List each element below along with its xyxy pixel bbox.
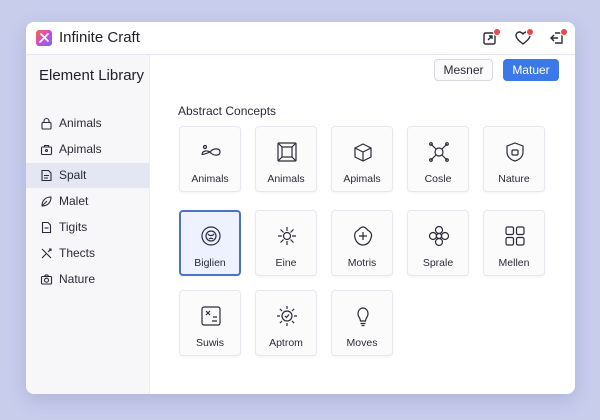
network-icon — [429, 142, 449, 162]
sidebar-item-label: Nature — [59, 272, 96, 286]
cube-icon — [354, 143, 372, 162]
page-icon — [41, 221, 52, 234]
card-label: Animals — [191, 173, 229, 185]
section-title: Abstract Concepts — [178, 104, 277, 118]
card-label: Eine — [275, 257, 297, 269]
sidebar-item-spalt[interactable]: Spalt — [26, 163, 149, 188]
sidebar: Element Library Animals Apimals Spalt Ma… — [26, 55, 150, 394]
element-card[interactable]: Nature — [483, 126, 545, 192]
sidebar-item-label: Animals — [59, 116, 102, 130]
camera-icon — [40, 274, 53, 285]
card-label: Moves — [346, 337, 378, 349]
card-label: Apimals — [343, 173, 381, 185]
bulb-icon — [357, 307, 369, 327]
sidebar-item-animals[interactable]: Animals — [26, 111, 149, 136]
favorites-button[interactable] — [514, 28, 534, 47]
leaf-icon — [41, 196, 52, 207]
tools-icon — [41, 248, 52, 259]
shield-icon — [506, 142, 524, 162]
app-title: Infinite Craft — [59, 29, 140, 46]
sun-icon — [277, 306, 297, 326]
app-logo-icon — [36, 30, 52, 46]
app-window: Infinite Craft Element Library Animals A… — [26, 22, 575, 394]
element-card[interactable]: Cosle — [407, 126, 469, 192]
frame-icon — [277, 142, 297, 162]
card-label: Suwis — [195, 337, 224, 349]
element-card-selected[interactable]: Biglien — [179, 210, 241, 276]
card-label: Motris — [347, 257, 377, 269]
sidebar-item-label: Apimals — [59, 142, 102, 156]
sidebar-item-apimals[interactable]: Apimals — [26, 137, 149, 162]
card-label: Cosle — [424, 173, 452, 185]
sidebar-item-label: Tigits — [59, 220, 88, 234]
flower-icon — [428, 225, 450, 247]
notification-badge — [493, 28, 501, 36]
sidebar-item-tigits[interactable]: Tigits — [26, 215, 149, 240]
card-label: Aptrom — [269, 337, 303, 349]
notification-badge — [526, 28, 534, 36]
card-label: Nature — [498, 173, 530, 185]
exit-button[interactable] — [548, 28, 568, 47]
element-card[interactable]: Eine — [255, 210, 317, 276]
element-card[interactable]: Moves — [331, 290, 393, 356]
mesner-button[interactable]: Mesner — [434, 59, 493, 81]
infinity-icon — [201, 144, 221, 156]
globe-icon — [201, 226, 221, 246]
notification-badge — [560, 28, 568, 36]
element-card[interactable]: Apimals — [331, 126, 393, 192]
lock-icon — [41, 117, 52, 130]
burst-icon — [278, 227, 296, 245]
briefcase-icon — [40, 144, 53, 156]
card-label: Biglien — [194, 257, 226, 269]
sidebar-item-label: Malet — [59, 194, 89, 208]
element-card[interactable]: Mellen — [483, 210, 545, 276]
sidebar-item-thects[interactable]: Thects — [26, 241, 149, 266]
element-card[interactable]: Animals — [255, 126, 317, 192]
card-label: Animals — [267, 173, 305, 185]
sidebar-item-label: Spalt — [59, 168, 87, 182]
document-icon — [41, 169, 52, 182]
card-label: Mellen — [498, 257, 530, 269]
sidebar-item-label: Thects — [59, 246, 96, 260]
sidebar-item-nature[interactable]: Nature — [26, 267, 149, 292]
element-card[interactable]: Motris — [331, 210, 393, 276]
element-card[interactable]: Sprale — [407, 210, 469, 276]
matuer-button[interactable]: Matuer — [503, 59, 559, 81]
sidebar-item-malet[interactable]: Malet — [26, 189, 149, 214]
dice-icon — [201, 306, 221, 326]
card-label: Sprale — [422, 257, 454, 269]
plus-flower-icon — [354, 226, 373, 246]
share-button[interactable] — [481, 28, 501, 47]
element-card[interactable]: Suwis — [179, 290, 241, 356]
element-card[interactable]: Aptrom — [255, 290, 317, 356]
title-bar: Infinite Craft — [26, 22, 575, 55]
grid-icon — [505, 226, 525, 246]
sidebar-title: Element Library — [39, 67, 145, 84]
element-card[interactable]: Animals — [179, 126, 241, 192]
